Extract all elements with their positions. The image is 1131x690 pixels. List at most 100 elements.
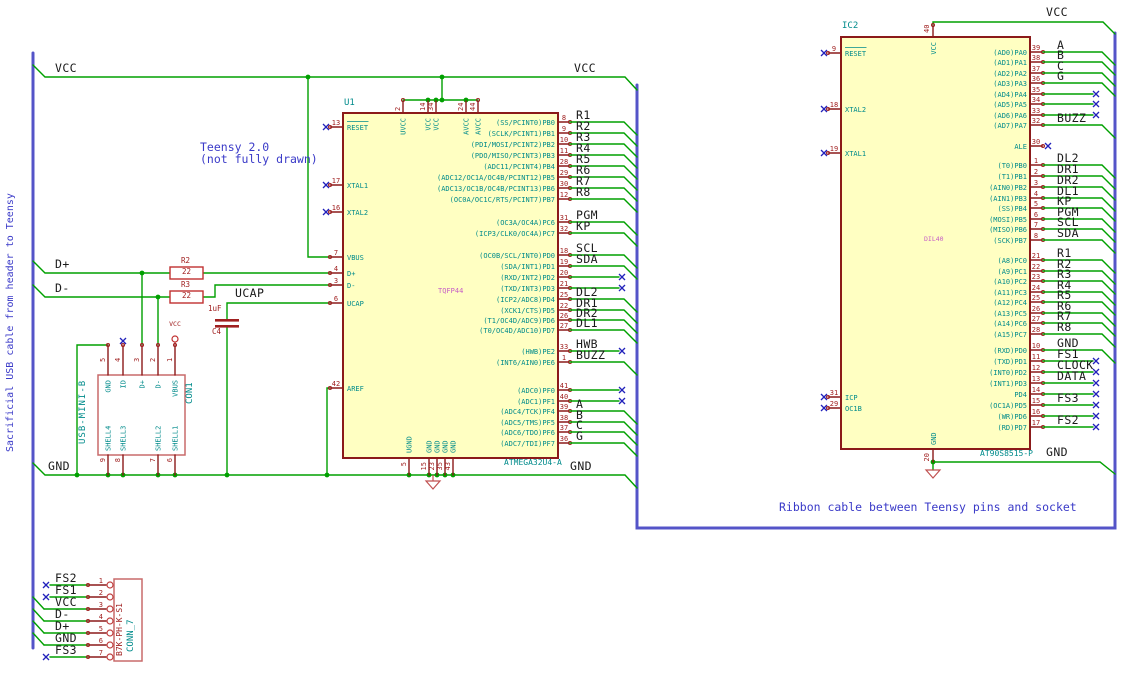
- net-label-vcc-right: VCC: [1046, 5, 1068, 19]
- wire: [32, 284, 171, 298]
- ic2-pin-number: 23: [1032, 273, 1040, 281]
- con1-pin-number: 8: [114, 458, 122, 462]
- junction-dot: [324, 472, 330, 478]
- ic2-pin-number: 12: [1032, 364, 1040, 372]
- u1-pin-name: XTAL1: [347, 182, 368, 190]
- u1-pin-name: (PDI/MOSI/PCINT2)PB2: [471, 141, 555, 149]
- u1-pin-name: (ADC6/TDO)PF6: [500, 429, 555, 437]
- conn7-reference: CONN_7: [126, 619, 136, 652]
- ic2-pin-number: 24: [1032, 284, 1040, 292]
- ic2-pin-name: (INT1)PD3: [989, 380, 1027, 388]
- u1-pin-name: GND: [442, 440, 450, 453]
- conn7-pin-number: 3: [99, 601, 103, 609]
- u1-pin-name: (ADC0)PF0: [517, 387, 555, 395]
- u1-pin-number: 42: [332, 380, 340, 388]
- ic2-pin-number: 22: [1032, 263, 1040, 271]
- net-wire: [1042, 72, 1116, 87]
- con1-pin-number: 2: [149, 358, 157, 362]
- u1-pin-name: GND: [450, 440, 458, 453]
- ic2-pin-number: 18: [830, 101, 838, 109]
- ic2-pin-number: 19: [830, 145, 838, 153]
- net-wire: [1042, 312, 1116, 327]
- ic2-pin-number: 13: [1032, 375, 1040, 383]
- u1-pin-number: 33: [560, 343, 568, 351]
- u1-pin-name: UCAP: [347, 300, 364, 308]
- u1-pin-name: AVCC: [475, 118, 483, 135]
- con1-pin-name: GND: [105, 380, 113, 393]
- conn7-pad: [106, 617, 114, 625]
- ic2-value: AT90S8515-P: [980, 449, 1033, 458]
- wire: [932, 461, 1116, 475]
- ic2-pin-number: 29: [830, 400, 838, 408]
- net-label: SDA: [576, 252, 598, 266]
- ic2-package: DIL40: [924, 235, 944, 243]
- ic2-pin-number: 8: [1034, 232, 1038, 240]
- ic2-pin-name: (T1)PB1: [997, 173, 1027, 181]
- u1-pin-name: RESET: [347, 124, 369, 132]
- u1-pin-number: 15: [420, 462, 428, 470]
- wire: [32, 64, 638, 91]
- u1-pin-number: 18: [560, 247, 568, 255]
- u1-pin-name: UGND: [406, 436, 414, 453]
- net-label: G: [1057, 69, 1064, 83]
- net-wire: [1042, 291, 1116, 306]
- con1-pin-name: SHELL3: [120, 426, 128, 451]
- conn7-pad: [106, 653, 114, 661]
- ic2-pin-name: (AIN1)PB3: [989, 195, 1027, 203]
- u1-pin-name: (OC3A/OC4A)PC6: [496, 219, 555, 227]
- u1-pin-number: 39: [560, 403, 568, 411]
- wire: [326, 387, 331, 476]
- conn7-pin-number: 2: [99, 589, 103, 597]
- ic2-pin-number: 30: [1032, 138, 1040, 146]
- net-label: DL1: [576, 316, 598, 330]
- ic2-pin-name: (AD3)PA3: [993, 80, 1027, 88]
- net-wire: [1042, 270, 1116, 285]
- u1-pin-number: 11: [560, 147, 568, 155]
- u1-pin-number: 34: [427, 103, 435, 111]
- con1-pin-name: SHELL4: [105, 426, 113, 451]
- net-label-dminus: D-: [55, 281, 70, 295]
- u1-pin-name: (ADC11/PCINT4)PB4: [483, 163, 555, 171]
- ic2-pin-name: (RXD)PD0: [993, 347, 1027, 355]
- ic2-pin-name: (A8)PC0: [997, 257, 1027, 265]
- note-teensy-line2: (not fully drawn): [200, 152, 318, 166]
- ic2-pin-number: 26: [1032, 305, 1040, 313]
- con1-pin-name: VBUS: [172, 380, 180, 397]
- ic2-pin-number: 15: [1032, 397, 1040, 405]
- junction-dot: [139, 270, 145, 276]
- ic2-pin-name: (RD)PD7: [997, 424, 1027, 432]
- net-label-gnd-left: GND: [48, 459, 70, 473]
- u1-pin-number: 5: [400, 462, 408, 466]
- net-wire: [1042, 239, 1116, 254]
- ic2-pin-number: 36: [1032, 75, 1040, 83]
- u1-pin-number: 17: [332, 177, 340, 185]
- con1-pin-number: 3: [133, 358, 141, 362]
- vcc-power-symbol: [171, 335, 179, 343]
- ic2-pin-name: (A12)PC4: [993, 299, 1027, 307]
- net-label-dplus: D+: [55, 257, 70, 271]
- r3-reference: R3: [181, 280, 191, 289]
- ic2-pin-number: 33: [1032, 107, 1040, 115]
- net-label: G: [576, 429, 583, 443]
- u1-pin-number: 31: [560, 214, 568, 222]
- ic2-pin-number: 20: [923, 453, 931, 461]
- u1-pin-number: 43: [444, 462, 452, 470]
- con1-pin-number: 5: [99, 358, 107, 362]
- ic2-pin-name: (SS)PB4: [997, 205, 1027, 213]
- u1-pin-number: 25: [560, 291, 568, 299]
- net-wire: [569, 442, 638, 457]
- ic2-pin-number: 5: [1034, 200, 1038, 208]
- con1-pin-name: D+: [139, 380, 147, 388]
- u1-pin-number: 7: [334, 249, 338, 257]
- u1-pin-name: XTAL2: [347, 209, 368, 217]
- wire: [32, 596, 45, 610]
- con1-value: USB-MINI-B: [78, 379, 88, 444]
- con1-pin-number: 1: [166, 358, 174, 362]
- con1-pin-number: 6: [166, 458, 174, 462]
- u1-pin-name: (INT6/AIN0)PE6: [496, 359, 555, 367]
- junction-dot: [224, 472, 230, 478]
- conn7-value: B7K-PH-K-S1: [115, 603, 124, 656]
- u1-pin-number: 38: [560, 414, 568, 422]
- con1-pin-name: D-: [155, 380, 163, 388]
- u1-pin-name: (T1/OC4D/ADC9)PD6: [483, 317, 555, 325]
